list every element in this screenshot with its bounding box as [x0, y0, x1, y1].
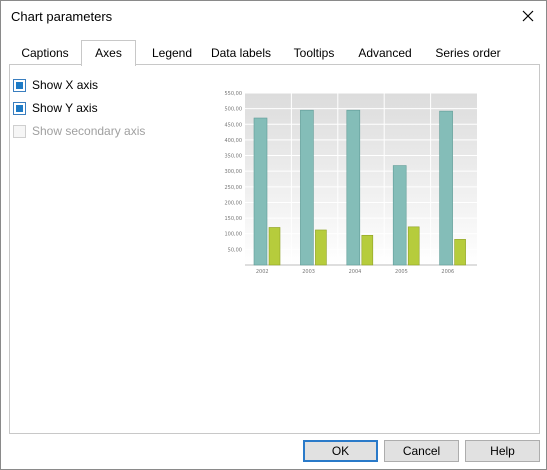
bar-series-2 — [361, 234, 374, 266]
tab-series-order[interactable]: Series order — [427, 42, 509, 65]
show-y-axis-option[interactable]: Show Y axis — [13, 100, 98, 116]
help-button[interactable]: Help — [465, 440, 540, 462]
x-tick-label: 2006 — [441, 269, 454, 275]
show-y-axis-checkbox[interactable] — [13, 101, 26, 115]
x-tick-label: 2003 — [302, 269, 315, 275]
show-secondary-axis-option: Show secondary axis — [13, 123, 145, 139]
y-tick-label: 300,00 — [225, 169, 243, 175]
y-tick-label: 400,00 — [225, 138, 243, 144]
x-tick-label: 2005 — [395, 269, 408, 275]
y-tick-label: 450,00 — [225, 122, 243, 128]
tab-tooltips[interactable]: Tooltips — [286, 42, 342, 65]
tab-axes[interactable]: Axes — [81, 40, 136, 66]
y-tick-label: 100,00 — [225, 232, 243, 238]
tab-captions[interactable]: Captions — [13, 42, 77, 65]
show-x-axis-label: Show X axis — [32, 78, 99, 92]
chart-parameters-dialog: Chart parameters Captions Axes Legend Da… — [0, 0, 547, 470]
x-tick-label: 2004 — [349, 269, 362, 275]
show-x-axis-checkbox[interactable] — [13, 78, 26, 92]
y-tick-label: 50,00 — [228, 247, 242, 253]
bar-series-1 — [439, 110, 453, 266]
bar-series-2 — [268, 227, 281, 266]
show-x-axis-option[interactable]: Show X axis — [13, 77, 98, 93]
close-button[interactable] — [516, 5, 540, 27]
ok-button[interactable]: OK — [303, 440, 378, 462]
dialog-title: Chart parameters — [11, 9, 113, 24]
y-tick-label: 500,00 — [225, 107, 243, 113]
show-secondary-axis-label: Show secondary axis — [32, 124, 146, 138]
tab-advanced[interactable]: Advanced — [353, 42, 417, 65]
bar-series-2 — [407, 226, 420, 266]
y-tick-label: 350,00 — [225, 154, 243, 160]
y-tick-label: 550,00 — [225, 91, 243, 97]
show-y-axis-label: Show Y axis — [32, 101, 98, 115]
tab-legend[interactable]: Legend — [142, 42, 202, 65]
bar-series-1 — [253, 117, 268, 266]
bar-series-1 — [346, 109, 361, 266]
chart-preview: 50,00 100,00 150,00 200,00 250,00 300,00 350,0… — [225, 91, 477, 275]
show-secondary-axis-checkbox — [13, 124, 26, 138]
tab-strip: Captions Axes Legend Data labels Tooltip… — [9, 40, 540, 66]
bar-series-1 — [392, 165, 407, 266]
bar-series-2 — [315, 229, 327, 266]
y-tick-label: 200,00 — [225, 200, 243, 206]
close-icon — [522, 10, 534, 22]
y-tick-label: 150,00 — [225, 216, 243, 222]
y-tick-label: 250,00 — [225, 185, 243, 191]
cancel-button[interactable]: Cancel — [384, 440, 459, 462]
bar-series-2 — [454, 239, 466, 266]
x-tick-label: 2002 — [256, 269, 269, 275]
bar-series-1 — [300, 109, 314, 266]
tab-data-labels[interactable]: Data labels — [207, 42, 275, 65]
